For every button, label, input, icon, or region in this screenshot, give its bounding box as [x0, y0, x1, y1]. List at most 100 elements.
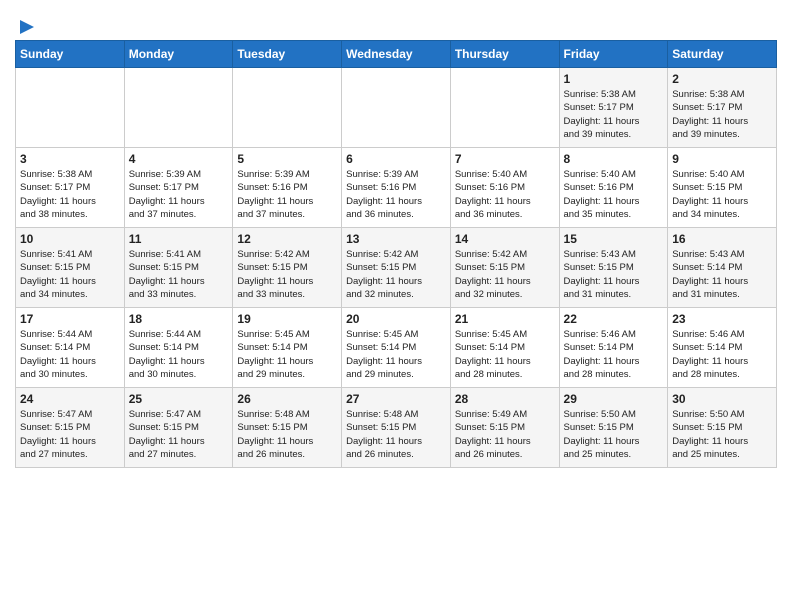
day-info: Sunrise: 5:42 AMSunset: 5:15 PMDaylight:… [237, 248, 337, 301]
day-info: Sunrise: 5:42 AMSunset: 5:15 PMDaylight:… [346, 248, 446, 301]
day-cell: 14 Sunrise: 5:42 AMSunset: 5:15 PMDayligh… [450, 228, 559, 308]
calendar-body: 1 Sunrise: 5:38 AMSunset: 5:17 PMDaylight… [16, 68, 777, 468]
day-info: Sunrise: 5:48 AMSunset: 5:15 PMDaylight:… [237, 408, 337, 461]
day-info: Sunrise: 5:38 AMSunset: 5:17 PMDaylight:… [20, 168, 120, 221]
day-cell: 16 Sunrise: 5:43 AMSunset: 5:14 PMDayligh… [668, 228, 777, 308]
day-number: 11 [129, 232, 229, 246]
header-cell-monday: Monday [124, 41, 233, 68]
day-info: Sunrise: 5:39 AMSunset: 5:17 PMDaylight:… [129, 168, 229, 221]
day-number: 5 [237, 152, 337, 166]
header-cell-sunday: Sunday [16, 41, 125, 68]
day-cell: 18Sunrise: 5:44 AMSunset: 5:14 PMDayligh… [124, 308, 233, 388]
day-info: Sunrise: 5:38 AMSunset: 5:17 PMDaylight:… [672, 88, 772, 141]
day-cell: 11 Sunrise: 5:41 AMSunset: 5:15 PMDayligh… [124, 228, 233, 308]
day-info: Sunrise: 5:50 AMSunset: 5:15 PMDaylight:… [672, 408, 772, 461]
week-row-4: 17 Sunrise: 5:44 AMSunset: 5:14 PMDayligh… [16, 308, 777, 388]
day-info: Sunrise: 5:45 AMSunset: 5:14 PMDaylight:… [237, 328, 337, 381]
day-number: 28 [455, 392, 555, 406]
logo-triangle-icon [16, 18, 34, 36]
day-cell: 2 Sunrise: 5:38 AMSunset: 5:17 PMDaylight… [668, 68, 777, 148]
header-cell-saturday: Saturday [668, 41, 777, 68]
day-cell: 6 Sunrise: 5:39 AMSunset: 5:16 PMDaylight… [342, 148, 451, 228]
day-number: 14 [455, 232, 555, 246]
day-number: 26 [237, 392, 337, 406]
day-info: Sunrise: 5:50 AMSunset: 5:15 PMDaylight:… [564, 408, 664, 461]
day-cell: 25 Sunrise: 5:47 AMSunset: 5:15 PMDayligh… [124, 388, 233, 468]
day-info: Sunrise: 5:43 AMSunset: 5:15 PMDaylight:… [564, 248, 664, 301]
day-number: 12 [237, 232, 337, 246]
day-info: Sunrise: 5:48 AMSunset: 5:15 PMDaylight:… [346, 408, 446, 461]
day-cell: 23 Sunrise: 5:46 AMSunset: 5:14 PMDayligh… [668, 308, 777, 388]
day-number: 21 [455, 312, 555, 326]
day-info: Sunrise: 5:47 AMSunset: 5:15 PMDaylight:… [20, 408, 120, 461]
day-cell: 7Sunrise: 5:40 AMSunset: 5:16 PMDaylight… [450, 148, 559, 228]
calendar-header: SundayMondayTuesdayWednesdayThursdayFrid… [16, 41, 777, 68]
day-cell: 4 Sunrise: 5:39 AMSunset: 5:17 PMDaylight… [124, 148, 233, 228]
day-cell [342, 68, 451, 148]
day-cell: 20Sunrise: 5:45 AMSunset: 5:14 PMDayligh… [342, 308, 451, 388]
day-info: Sunrise: 5:49 AMSunset: 5:15 PMDaylight:… [455, 408, 555, 461]
day-cell: 12 Sunrise: 5:42 AMSunset: 5:15 PMDayligh… [233, 228, 342, 308]
day-number: 25 [129, 392, 229, 406]
logo [15, 18, 34, 32]
day-cell [450, 68, 559, 148]
day-info: Sunrise: 5:38 AMSunset: 5:17 PMDaylight:… [564, 88, 664, 141]
day-cell: 15 Sunrise: 5:43 AMSunset: 5:15 PMDayligh… [559, 228, 668, 308]
day-number: 7 [455, 152, 555, 166]
day-number: 1 [564, 72, 664, 86]
day-number: 10 [20, 232, 120, 246]
day-cell: 19Sunrise: 5:45 AMSunset: 5:14 PMDayligh… [233, 308, 342, 388]
day-info: Sunrise: 5:41 AMSunset: 5:15 PMDaylight:… [129, 248, 229, 301]
day-cell [233, 68, 342, 148]
day-number: 4 [129, 152, 229, 166]
day-cell: 21 Sunrise: 5:45 AMSunset: 5:14 PMDayligh… [450, 308, 559, 388]
day-info: Sunrise: 5:39 AMSunset: 5:16 PMDaylight:… [237, 168, 337, 221]
day-cell: 17 Sunrise: 5:44 AMSunset: 5:14 PMDayligh… [16, 308, 125, 388]
day-number: 17 [20, 312, 120, 326]
day-number: 16 [672, 232, 772, 246]
day-cell [16, 68, 125, 148]
day-number: 3 [20, 152, 120, 166]
header-cell-thursday: Thursday [450, 41, 559, 68]
day-info: Sunrise: 5:46 AMSunset: 5:14 PMDaylight:… [672, 328, 772, 381]
day-cell: 10 Sunrise: 5:41 AMSunset: 5:15 PMDayligh… [16, 228, 125, 308]
day-info: Sunrise: 5:45 AMSunset: 5:14 PMDaylight:… [346, 328, 446, 381]
day-info: Sunrise: 5:43 AMSunset: 5:14 PMDaylight:… [672, 248, 772, 301]
day-number: 23 [672, 312, 772, 326]
day-info: Sunrise: 5:46 AMSunset: 5:14 PMDaylight:… [564, 328, 664, 381]
week-row-5: 24 Sunrise: 5:47 AMSunset: 5:15 PMDayligh… [16, 388, 777, 468]
day-info: Sunrise: 5:41 AMSunset: 5:15 PMDaylight:… [20, 248, 120, 301]
page-header [15, 10, 777, 32]
day-info: Sunrise: 5:47 AMSunset: 5:15 PMDaylight:… [129, 408, 229, 461]
day-number: 24 [20, 392, 120, 406]
day-cell: 27 Sunrise: 5:48 AMSunset: 5:15 PMDayligh… [342, 388, 451, 468]
day-cell: 24 Sunrise: 5:47 AMSunset: 5:15 PMDayligh… [16, 388, 125, 468]
day-number: 8 [564, 152, 664, 166]
week-row-2: 3 Sunrise: 5:38 AMSunset: 5:17 PMDaylight… [16, 148, 777, 228]
header-cell-tuesday: Tuesday [233, 41, 342, 68]
day-number: 27 [346, 392, 446, 406]
day-info: Sunrise: 5:40 AMSunset: 5:15 PMDaylight:… [672, 168, 772, 221]
week-row-3: 10 Sunrise: 5:41 AMSunset: 5:15 PMDayligh… [16, 228, 777, 308]
day-number: 2 [672, 72, 772, 86]
day-info: Sunrise: 5:45 AMSunset: 5:14 PMDaylight:… [455, 328, 555, 381]
header-cell-wednesday: Wednesday [342, 41, 451, 68]
header-cell-friday: Friday [559, 41, 668, 68]
day-number: 29 [564, 392, 664, 406]
day-number: 6 [346, 152, 446, 166]
calendar-table: SundayMondayTuesdayWednesdayThursdayFrid… [15, 40, 777, 468]
day-number: 15 [564, 232, 664, 246]
day-info: Sunrise: 5:42 AMSunset: 5:15 PMDaylight:… [455, 248, 555, 301]
day-info: Sunrise: 5:44 AMSunset: 5:14 PMDaylight:… [129, 328, 229, 381]
day-info: Sunrise: 5:44 AMSunset: 5:14 PMDaylight:… [20, 328, 120, 381]
day-cell: 30 Sunrise: 5:50 AMSunset: 5:15 PMDayligh… [668, 388, 777, 468]
day-cell: 13Sunrise: 5:42 AMSunset: 5:15 PMDayligh… [342, 228, 451, 308]
day-cell: 1 Sunrise: 5:38 AMSunset: 5:17 PMDaylight… [559, 68, 668, 148]
day-number: 22 [564, 312, 664, 326]
day-number: 30 [672, 392, 772, 406]
day-cell: 3 Sunrise: 5:38 AMSunset: 5:17 PMDaylight… [16, 148, 125, 228]
day-cell: 5 Sunrise: 5:39 AMSunset: 5:16 PMDaylight… [233, 148, 342, 228]
day-info: Sunrise: 5:39 AMSunset: 5:16 PMDaylight:… [346, 168, 446, 221]
day-info: Sunrise: 5:40 AMSunset: 5:16 PMDaylight:… [564, 168, 664, 221]
day-cell: 9Sunrise: 5:40 AMSunset: 5:15 PMDaylight… [668, 148, 777, 228]
